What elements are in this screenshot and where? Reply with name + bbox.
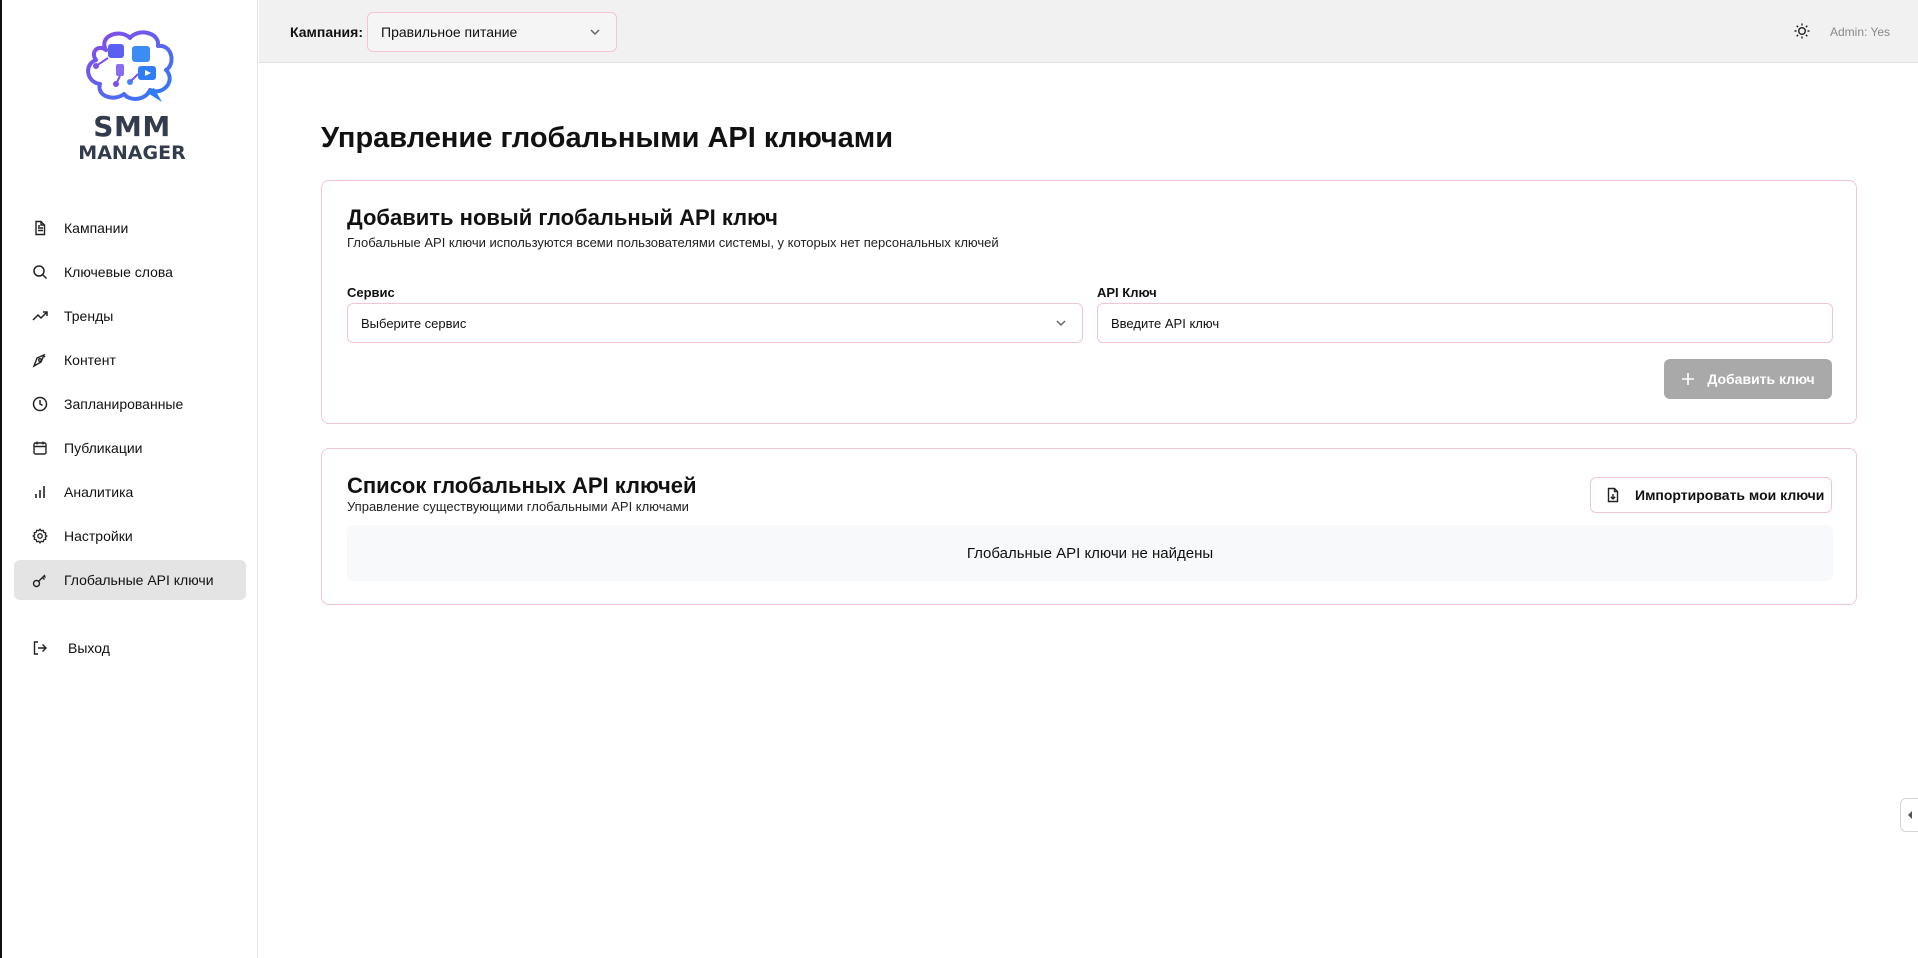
- app-logo: SMM MANAGER: [76, 30, 188, 164]
- sidebar-item-label: Контент: [64, 352, 116, 368]
- api-key-placeholder: Введите API ключ: [1111, 315, 1220, 331]
- key-icon: [32, 574, 46, 588]
- sidebar-item-content[interactable]: Контент: [14, 340, 246, 380]
- api-key-label: API Ключ: [1097, 285, 1157, 300]
- admin-status: Admin: Yes: [1830, 25, 1891, 39]
- campaign-select[interactable]: Правильное питание: [367, 12, 617, 52]
- top-bar: Кампания: Правильное питание Admin: Yes: [259, 0, 1918, 63]
- sidebar-item-label: Тренды: [64, 308, 114, 324]
- add-card-title: Добавить новый глобальный API ключ: [347, 205, 778, 230]
- calendar-icon: [33, 441, 47, 455]
- pen-tool-icon: [32, 353, 46, 368]
- key-list-card: Список глобальных API ключей Управление …: [321, 448, 1857, 605]
- add-key-button-label: Добавить ключ: [1707, 371, 1815, 387]
- sidebar: SMM MANAGER Кампании Ключевые слова Трен…: [2, 0, 258, 958]
- sidebar-item-label: Аналитика: [64, 484, 134, 500]
- page-title: Управление глобальными API ключами: [321, 122, 894, 154]
- service-label: Сервис: [347, 285, 395, 300]
- sidebar-item-publications[interactable]: Публикации: [14, 428, 246, 468]
- add-card-subtitle: Глобальные API ключи используются всеми …: [347, 235, 999, 250]
- sidebar-item-keywords[interactable]: Ключевые слова: [14, 252, 246, 292]
- sun-icon[interactable]: [1793, 22, 1811, 40]
- sidebar-item-label: Глобальные API ключи: [64, 572, 214, 588]
- sidebar-item-label: Ключевые слова: [64, 264, 173, 280]
- log-out-icon: [33, 641, 47, 655]
- plus-icon: [1682, 373, 1695, 385]
- sidebar-item-global-api-keys[interactable]: Глобальные API ключи: [14, 560, 246, 600]
- list-card-title: Список глобальных API ключей: [347, 473, 697, 498]
- gear-icon: [32, 528, 48, 544]
- sidebar-item-label: Настройки: [64, 528, 133, 544]
- empty-state: Глобальные API ключи не найдены: [347, 525, 1833, 581]
- sidebar-item-analytics[interactable]: Аналитика: [14, 472, 246, 512]
- import-keys-button[interactable]: Импортировать мои ключи: [1590, 477, 1832, 513]
- sidebar-item-scheduled[interactable]: Запланированные: [14, 384, 246, 424]
- chevron-down-icon: [1056, 320, 1066, 327]
- search-icon: [33, 265, 48, 280]
- side-panel-toggle[interactable]: [1900, 798, 1918, 832]
- bar-chart-icon: [35, 486, 45, 498]
- sidebar-item-trends[interactable]: Тренды: [14, 296, 246, 336]
- clock-icon: [32, 396, 48, 412]
- empty-state-text: Глобальные API ключи не найдены: [966, 544, 1214, 562]
- sidebar-item-label: Публикации: [64, 440, 143, 456]
- sidebar-item-label: Запланированные: [64, 396, 184, 412]
- service-select-placeholder: Выберите сервис: [361, 315, 467, 331]
- sidebar-item-label: Кампании: [64, 220, 129, 236]
- sidebar-item-settings[interactable]: Настройки: [14, 516, 246, 556]
- api-key-input[interactable]: Введите API ключ: [1097, 303, 1833, 343]
- logo-text-line1: SMM: [93, 110, 171, 143]
- logout-label: Выход: [68, 640, 110, 656]
- chevron-left-icon: [1907, 811, 1912, 819]
- trending-up-icon: [32, 311, 48, 321]
- chevron-down-icon: [590, 29, 600, 36]
- sidebar-nav: Кампании Ключевые слова Тренды Контент З…: [14, 208, 246, 604]
- add-key-button[interactable]: Добавить ключ: [1664, 359, 1832, 399]
- main-content: Управление глобальными API ключами Добав…: [259, 64, 1918, 958]
- service-select[interactable]: Выберите сервис: [347, 303, 1083, 343]
- brain-chat-logo-icon: [86, 30, 174, 102]
- import-keys-button-label: Импортировать мои ключи: [1635, 487, 1825, 503]
- file-text-icon: [35, 220, 46, 236]
- sidebar-item-campaigns[interactable]: Кампании: [14, 208, 246, 248]
- logout-button[interactable]: Выход: [32, 640, 110, 656]
- list-card-subtitle: Управление существующими глобальными API…: [347, 499, 689, 514]
- file-import-icon: [1607, 487, 1619, 503]
- campaign-label: Кампания:: [290, 24, 363, 40]
- add-key-card: Добавить новый глобальный API ключ Глоба…: [321, 180, 1857, 424]
- logo-text-line2: MANAGER: [78, 142, 186, 164]
- campaign-select-value: Правильное питание: [381, 24, 518, 40]
